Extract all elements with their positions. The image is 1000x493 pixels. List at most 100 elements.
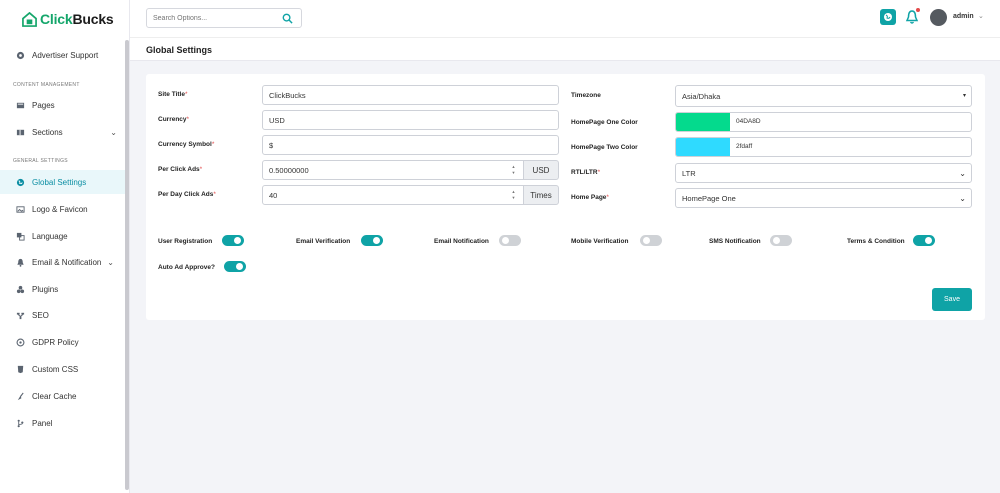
language-globe-button[interactable] <box>880 9 896 25</box>
email-verification-toggle[interactable] <box>361 235 383 246</box>
sidebar-item-seo[interactable]: SEO <box>0 303 125 327</box>
pages-icon <box>15 100 25 110</box>
sidebar-item-custom-css[interactable]: Custom CSS <box>0 357 125 381</box>
sidebar: ClickBucks Advertiser Support CONTENT MA… <box>0 0 130 493</box>
panel-icon <box>15 418 25 428</box>
globe-icon <box>884 13 892 21</box>
sidebar-item-global-settings[interactable]: Global Settings <box>0 170 125 194</box>
sidebar-item-clear-cache[interactable]: Clear Cache <box>0 384 125 408</box>
homepage-one-color-input[interactable]: 04DA8D <box>675 112 972 132</box>
sidebar-item-pages[interactable]: Pages <box>0 93 125 117</box>
sections-icon <box>15 127 25 137</box>
email-notification-label: Email Notification <box>434 238 489 245</box>
user-registration-label: User Registration <box>158 238 213 245</box>
per-click-ads-label: Per Click Ads* <box>158 166 203 173</box>
chevron-down-icon: ⌄ <box>959 194 966 203</box>
user-name[interactable]: admin <box>953 13 974 20</box>
rtl-ltr-label: RTL/LTR* <box>571 169 601 176</box>
sidebar-item-panel[interactable]: Panel <box>0 411 125 435</box>
sms-notification-toggle[interactable] <box>770 235 792 246</box>
color-swatch-two[interactable] <box>676 138 730 156</box>
sms-notification-label: SMS Notification <box>709 238 761 245</box>
search-icon[interactable] <box>282 13 293 26</box>
number-stepper-icon[interactable]: ▲ ▼ <box>510 164 517 176</box>
image-icon <box>15 204 25 214</box>
sidebar-item-label: Advertiser Support <box>32 50 99 60</box>
logo-icon <box>22 11 37 27</box>
sidebar-item-advertiser-support[interactable]: Advertiser Support <box>0 43 125 67</box>
currency-input[interactable]: USD <box>262 110 559 130</box>
gear-icon <box>15 50 25 60</box>
currency-symbol-label: Currency Symbol* <box>158 141 215 148</box>
sidebar-item-logo-favicon[interactable]: Logo & Favicon <box>0 197 125 221</box>
email-verification-label: Email Verification <box>296 238 351 245</box>
sidebar-item-label: Clear Cache <box>32 391 77 401</box>
timezone-select[interactable]: Asia/Dhaka ▾ <box>675 85 972 107</box>
sidebar-item-plugins[interactable]: Plugins <box>0 277 125 301</box>
chevron-down-icon: ⌄ <box>110 128 117 137</box>
home-page-select[interactable]: HomePage One ⌄ <box>675 188 972 208</box>
sidebar-item-language[interactable]: Language <box>0 224 125 248</box>
search-input[interactable] <box>153 14 278 22</box>
sidebar-item-label: Language <box>32 231 68 241</box>
sidebar-item-label: Global Settings <box>32 177 87 187</box>
logo-text-click: Click <box>40 11 73 27</box>
auto-ad-approve-toggle[interactable] <box>224 261 246 272</box>
color-swatch-one[interactable] <box>676 113 730 131</box>
sidebar-heading-general: GENERAL SETTINGS <box>13 158 68 164</box>
per-click-ads-addon: USD <box>523 160 559 180</box>
css-icon <box>15 364 25 374</box>
sidebar-item-label: Sections <box>32 127 63 137</box>
broom-icon <box>15 391 25 401</box>
chevron-down-icon: ⌄ <box>959 169 966 178</box>
homepage-two-color-label: HomePage Two Color <box>571 144 638 151</box>
plugins-icon <box>15 284 25 294</box>
sidebar-item-label: Panel <box>32 418 53 428</box>
sidebar-item-label: GDPR Policy <box>32 337 79 347</box>
seo-icon <box>15 310 25 320</box>
terms-condition-toggle[interactable] <box>913 235 935 246</box>
chevron-down-icon: ⌄ <box>107 258 114 267</box>
chevron-down-icon: ▾ <box>962 93 966 99</box>
site-title-label: Site Title* <box>158 91 188 98</box>
home-page-label: Home Page* <box>571 194 609 201</box>
email-notification-toggle[interactable] <box>499 235 521 246</box>
sidebar-heading-content: CONTENT MANAGEMENT <box>13 82 80 88</box>
bell-icon <box>15 257 25 267</box>
page-title: Global Settings <box>146 45 213 55</box>
sidebar-scrollbar[interactable] <box>125 40 129 490</box>
page-header: Global Settings <box>130 37 1000 61</box>
currency-symbol-input[interactable]: $ <box>262 135 559 155</box>
per-day-click-ads-label: Per Day Click Ads* <box>158 191 216 198</box>
per-day-click-ads-input[interactable]: 40 ▲ ▼ <box>262 185 524 205</box>
sidebar-item-label: Pages <box>32 100 55 110</box>
globe-icon <box>15 177 25 187</box>
gdpr-icon <box>15 337 25 347</box>
sidebar-item-sections[interactable]: Sections ⌄ <box>0 120 125 144</box>
chevron-down-icon[interactable]: ⌄ <box>978 12 984 20</box>
rtl-ltr-select[interactable]: LTR ⌄ <box>675 163 972 183</box>
sidebar-item-email-notification[interactable]: Email & Notification ⌄ <box>0 250 125 274</box>
sidebar-item-gdpr-policy[interactable]: GDPR Policy <box>0 330 125 354</box>
language-icon <box>15 231 25 241</box>
timezone-label: Timezone <box>571 92 601 99</box>
sidebar-item-label: SEO <box>32 310 49 320</box>
site-title-input[interactable]: ClickBucks <box>262 85 559 105</box>
brand-logo[interactable]: ClickBucks <box>22 10 114 28</box>
notification-badge <box>916 8 920 12</box>
save-button[interactable]: Save <box>932 288 972 311</box>
auto-ad-approve-label: Auto Ad Approve? <box>158 264 215 271</box>
mobile-verification-toggle[interactable] <box>640 235 662 246</box>
user-registration-toggle[interactable] <box>222 235 244 246</box>
terms-condition-label: Terms & Condition <box>847 238 905 245</box>
sidebar-item-label: Logo & Favicon <box>32 204 88 214</box>
per-click-ads-input[interactable]: 0.50000000 ▲ ▼ <box>262 160 524 180</box>
mobile-verification-label: Mobile Verification <box>571 238 629 245</box>
sidebar-item-label: Plugins <box>32 284 59 294</box>
number-stepper-icon[interactable]: ▲ ▼ <box>510 189 517 201</box>
search-box[interactable] <box>146 8 302 28</box>
homepage-two-color-input[interactable]: 2fdaff <box>675 137 972 157</box>
avatar[interactable] <box>930 9 947 26</box>
sidebar-item-label: Custom CSS <box>32 364 79 374</box>
homepage-one-color-label: HomePage One Color <box>571 119 638 126</box>
